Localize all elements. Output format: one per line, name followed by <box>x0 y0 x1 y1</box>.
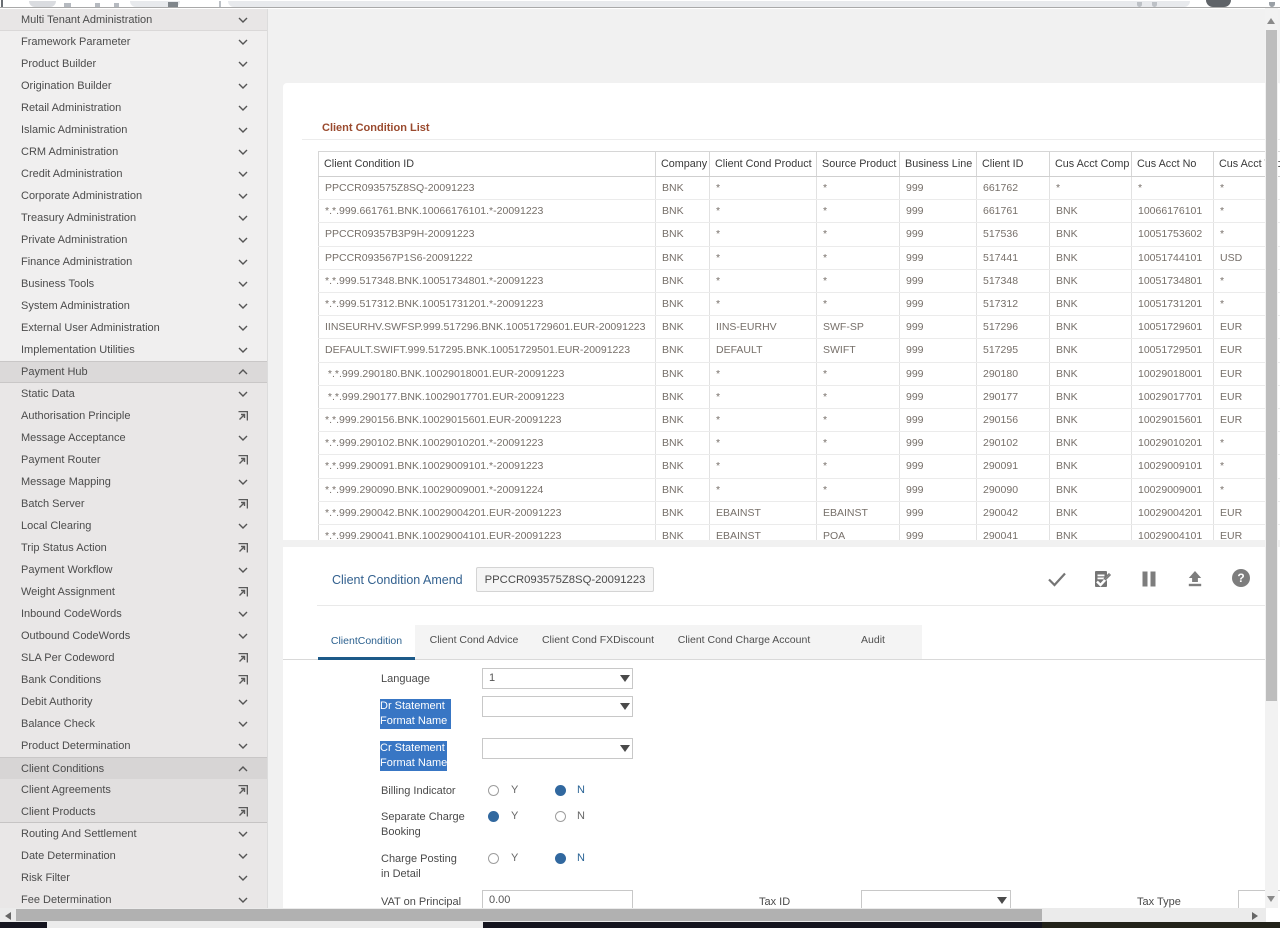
svg-text:?: ? <box>1237 571 1244 585</box>
